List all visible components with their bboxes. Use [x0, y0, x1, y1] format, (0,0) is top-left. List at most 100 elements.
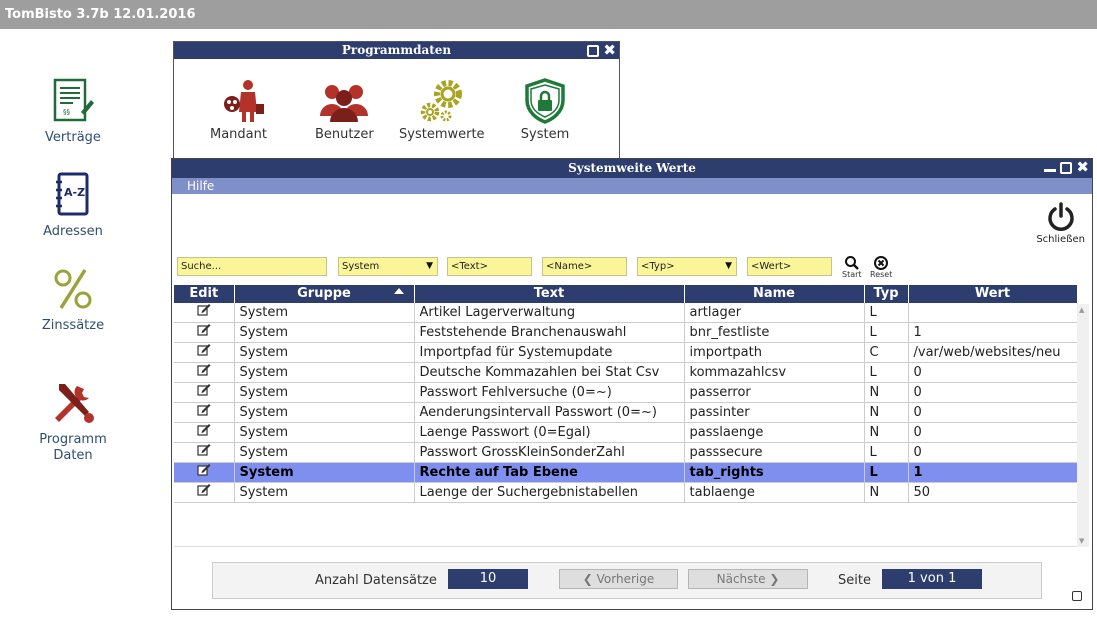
cell-wert: 0 — [908, 402, 1078, 423]
table-row[interactable]: System Laenge Passwort (0=Egal) passlaenge… — [174, 422, 1078, 443]
group-select[interactable]: System — [338, 257, 438, 276]
record-count-value: 10 — [448, 569, 528, 589]
edit-icon[interactable] — [197, 343, 211, 356]
cell-text: Feststehende Branchenauswahl — [414, 322, 685, 343]
mandant-icon — [224, 80, 265, 122]
table-row[interactable]: System Laenge der Suchergebnistabellen tab… — [174, 482, 1078, 503]
menu-help[interactable]: Hilfe — [187, 179, 214, 193]
table-row[interactable]: System Passwort GrossKleinSonderZahl passs… — [174, 442, 1078, 463]
desktop: TomBisto 3.7b 12.01.2016 §§ Verträge A-Z… — [0, 0, 1097, 619]
cell-typ: C — [864, 342, 909, 363]
edit-cell[interactable] — [174, 402, 235, 423]
restore-icon[interactable] — [1072, 591, 1082, 601]
cell-text: Artikel Lagerverwaltung — [414, 303, 685, 323]
edit-cell[interactable] — [174, 422, 235, 443]
col-wert[interactable]: Wert — [908, 285, 1078, 303]
window-title: Programmdaten — [341, 43, 452, 57]
systemwerte-title-bar[interactable]: Systemweite Werte ✖ — [172, 159, 1092, 178]
edit-cell[interactable] — [174, 442, 235, 463]
text-filter[interactable]: <Text> — [447, 257, 532, 276]
edit-icon[interactable] — [197, 323, 211, 336]
table-row[interactable]: System Artikel Lagerverwaltung artlager L — [174, 303, 1078, 323]
table-row[interactable]: System Feststehende Branchenauswahl bnr_fe… — [174, 322, 1078, 343]
edit-icon[interactable] — [197, 383, 211, 396]
scroll-down-icon[interactable]: ▼ — [1079, 537, 1084, 545]
edit-icon[interactable] — [197, 403, 211, 416]
cell-name: passinter — [684, 402, 865, 423]
page-indicator: 1 von 1 — [882, 569, 982, 589]
reset-button[interactable]: Reset — [870, 255, 892, 279]
programmdaten-title-bar[interactable]: Programmdaten ✖ — [174, 42, 619, 59]
col-gruppe[interactable]: Gruppe — [234, 285, 415, 303]
vertical-scrollbar[interactable]: ▲ ▼ — [1077, 304, 1089, 547]
table-row[interactable]: System Importpfad für Systemupdate importp… — [174, 342, 1078, 363]
col-name[interactable]: Name — [684, 285, 865, 303]
cell-typ: L — [864, 442, 909, 463]
col-text[interactable]: Text — [414, 285, 685, 303]
cell-typ: L — [864, 303, 909, 323]
close-window-button[interactable]: Schließen — [1036, 202, 1085, 245]
cell-typ: N — [864, 382, 909, 403]
search-input[interactable]: Suche... — [177, 257, 327, 276]
edit-icon[interactable] — [197, 303, 211, 316]
cell-name: passsecure — [684, 442, 865, 463]
desktop-icon-zinssaetze[interactable]: Zinssätze — [18, 266, 128, 334]
edit-icon[interactable] — [197, 363, 211, 376]
table-row[interactable]: System Deutsche Kommazahlen bei Stat Csv k… — [174, 362, 1078, 383]
values-table-wrapper: Edit Gruppe Text Name Typ Wert System Art… — [174, 285, 1089, 547]
edit-cell[interactable] — [174, 342, 235, 363]
record-count-label: Anzahl Datensätze — [315, 573, 437, 588]
col-typ[interactable]: Typ — [864, 285, 909, 303]
pager: Anzahl Datensätze 10 ❮ Vorherige Nächste… — [212, 562, 1042, 599]
edit-cell[interactable] — [174, 303, 235, 323]
edit-cell[interactable] — [174, 362, 235, 383]
desktop-icon-vertraege[interactable]: §§ Verträge — [18, 78, 128, 146]
next-page-button[interactable]: Nächste ❯ — [688, 569, 808, 589]
cell-wert: 50 — [908, 482, 1078, 503]
pd-item-system[interactable]: System — [519, 78, 571, 142]
cell-text: Passwort GrossKleinSonderZahl — [414, 442, 685, 463]
scroll-up-icon[interactable]: ▲ — [1079, 306, 1084, 314]
pd-item-benutzer[interactable]: Benutzer — [315, 78, 374, 142]
maximize-icon[interactable] — [587, 44, 600, 57]
close-icon[interactable]: ✖ — [1076, 160, 1089, 175]
cell-wert: 0 — [908, 442, 1078, 463]
type-select[interactable]: <Typ> — [637, 257, 737, 276]
edit-icon[interactable] — [197, 483, 211, 496]
search-icon — [844, 256, 859, 270]
edit-cell[interactable] — [174, 462, 235, 483]
start-button[interactable]: Start — [842, 255, 862, 279]
table-row[interactable]: System Passwort Fehlversuche (0=~) passerr… — [174, 382, 1078, 403]
cell-name: tablaenge — [684, 482, 865, 503]
cell-gruppe: System — [234, 342, 415, 363]
cell-wert: 0 — [908, 362, 1078, 383]
edit-cell[interactable] — [174, 322, 235, 343]
cell-typ: N — [864, 422, 909, 443]
desktop-icon-adressen[interactable]: A-Z Adressen — [18, 172, 128, 240]
cell-gruppe: System — [234, 322, 415, 343]
desktop-icon-programmdaten[interactable]: Programm Daten — [18, 378, 128, 464]
cell-gruppe: System — [234, 422, 415, 443]
pd-item-mandant[interactable]: Mandant — [210, 78, 267, 142]
edit-icon[interactable] — [197, 443, 211, 456]
minimize-icon[interactable] — [1044, 169, 1057, 172]
edit-cell[interactable] — [174, 482, 235, 503]
name-filter[interactable]: <Name> — [542, 257, 627, 276]
edit-icon[interactable] — [197, 463, 211, 476]
cell-name: importpath — [684, 342, 865, 363]
prev-page-button[interactable]: ❮ Vorherige — [559, 569, 678, 589]
menu-bar: Hilfe — [172, 178, 1092, 194]
edit-icon[interactable] — [197, 423, 211, 436]
value-filter[interactable]: <Wert> — [747, 257, 832, 276]
col-edit[interactable]: Edit — [174, 285, 235, 303]
close-label: Schließen — [1036, 234, 1085, 245]
table-row[interactable]: System Aenderungsintervall Passwort (0=~)… — [174, 402, 1078, 423]
table-row[interactable]: System Rechte auf Tab Ebene tab_rights L 1 — [174, 462, 1078, 483]
maximize-icon[interactable] — [1060, 161, 1073, 174]
close-icon[interactable]: ✖ — [603, 43, 616, 58]
cell-name: tab_rights — [684, 462, 865, 483]
pd-item-systemwerte[interactable]: Systemwerte — [399, 78, 485, 142]
cell-typ: L — [864, 362, 909, 383]
edit-cell[interactable] — [174, 382, 235, 403]
svg-text:A-Z: A-Z — [64, 186, 85, 199]
